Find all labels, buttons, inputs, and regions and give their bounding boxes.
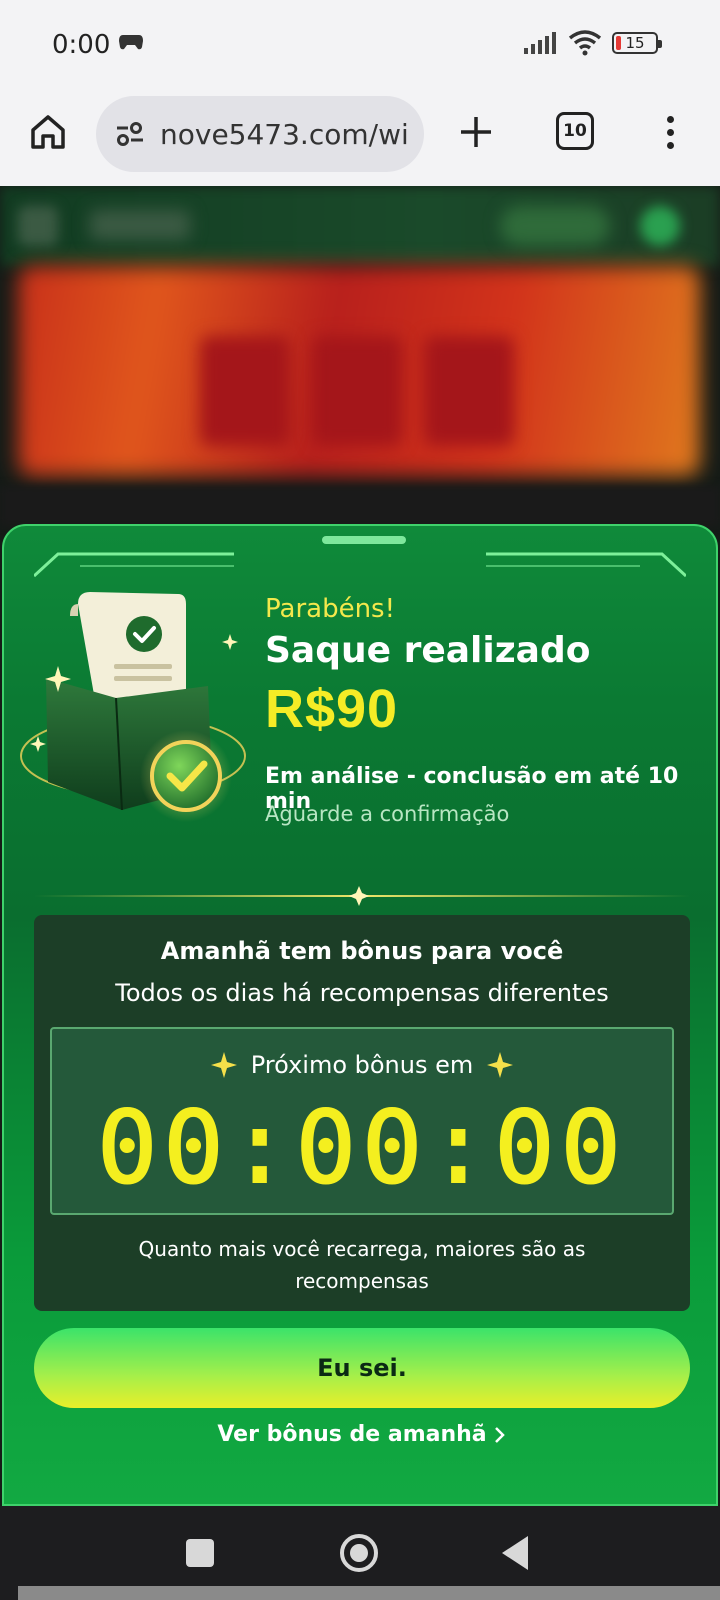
decorative-frame-right: [486, 552, 686, 578]
ok-button[interactable]: Eu sei.: [34, 1328, 690, 1408]
drag-handle[interactable]: [322, 536, 406, 544]
tomorrow-bonus-link[interactable]: Ver bônus de amanhã: [4, 1422, 716, 1447]
congrats-label: Parabéns!: [265, 594, 396, 624]
wifi-icon: [568, 30, 602, 56]
back-button[interactable]: [502, 1536, 528, 1570]
await-confirmation: Aguarde a confirmação: [265, 802, 510, 826]
home-button[interactable]: [24, 108, 72, 156]
sparkle-icon: [487, 1052, 514, 1078]
tabs-button[interactable]: 10: [556, 112, 594, 150]
home-nav-button[interactable]: [340, 1534, 378, 1572]
gamepad-icon: [119, 35, 143, 50]
status-bar: 0:00 15: [0, 0, 720, 90]
bonus-subtitle: Todos os dias há recompensas diferentes: [115, 979, 609, 1007]
next-bonus-label: Próximo bônus em: [250, 1051, 474, 1079]
bonus-title: Amanhã tem bônus para você: [160, 937, 564, 965]
more-menu-button[interactable]: [650, 108, 690, 156]
withdrawal-amount: R$90: [265, 679, 399, 739]
sparkle-icon: [210, 1052, 237, 1078]
battery-icon: 15: [612, 32, 662, 54]
wallet-receipt-illustration: [20, 592, 246, 822]
recent-apps-button[interactable]: [186, 1539, 214, 1567]
gesture-strip: [18, 1586, 720, 1600]
status-time: 0:00: [52, 30, 111, 60]
home-icon: [31, 115, 65, 149]
tab-count: 10: [563, 121, 587, 141]
next-bonus-row: Próximo bônus em: [52, 1051, 672, 1079]
decorative-frame-left: [34, 552, 234, 578]
bonus-panel: Amanhã tem bônus para você Todos os dias…: [34, 915, 690, 1311]
sparkle-divider: [34, 886, 690, 906]
tomorrow-bonus-label[interactable]: Ver bônus de amanhã: [217, 1422, 486, 1447]
url-text[interactable]: nove5473.com/wi: [160, 118, 409, 151]
signal-icon: [524, 32, 556, 54]
withdrawal-title: Saque realizado: [265, 630, 591, 671]
bonus-note: Quanto mais você recarrega, maiores são …: [138, 1237, 586, 1293]
battery-level: 15: [625, 34, 645, 52]
status-icons: 15: [524, 30, 662, 56]
site-settings-icon[interactable]: [114, 118, 146, 150]
countdown-box: Próximo bônus em 00:00:00: [50, 1027, 674, 1215]
browser-toolbar: nove5473.com/wi 10: [0, 90, 720, 186]
new-tab-icon: [461, 117, 491, 147]
address-bar[interactable]: nove5473.com/wi: [96, 96, 424, 172]
chevron-right-icon: [494, 1426, 505, 1443]
new-tab-button[interactable]: [452, 108, 500, 156]
withdrawal-success-modal: Parabéns! Saque realizado R$90 Em anális…: [2, 524, 718, 1506]
countdown-timer: 00:00:00: [96, 1089, 627, 1206]
